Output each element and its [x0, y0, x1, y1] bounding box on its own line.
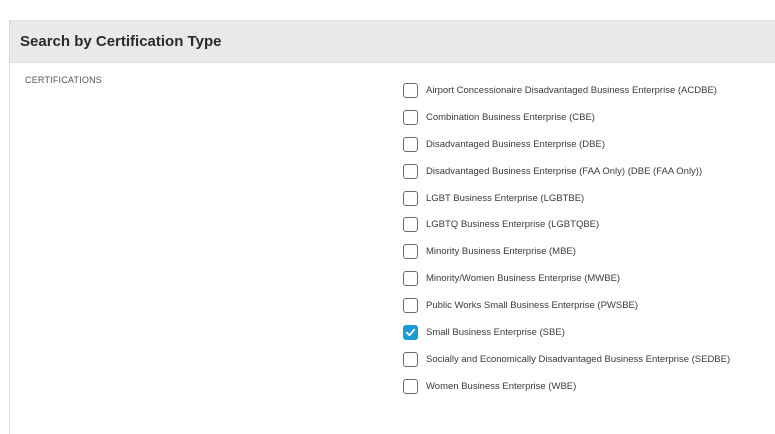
certification-option-acdbe[interactable]: Airport Concessionaire Disadvantaged Bus… — [403, 77, 773, 104]
certification-option-sedbe[interactable]: Socially and Economically Disadvantaged … — [403, 346, 773, 373]
checkbox[interactable] — [403, 324, 418, 340]
page: Search by Certification Type CERTIFICATI… — [0, 0, 775, 434]
checkbox[interactable] — [403, 298, 418, 314]
certification-option-mbe[interactable]: Minority Business Enterprise (MBE) — [403, 238, 773, 265]
top-spacer — [0, 0, 775, 20]
option-label: Socially and Economically Disadvantaged … — [426, 353, 731, 365]
option-label: Disadvantaged Business Enterprise (DBE) — [426, 138, 606, 150]
checkbox[interactable] — [403, 82, 418, 98]
checkbox[interactable] — [403, 190, 418, 206]
option-label: LGBTQ Business Enterprise (LGBTQBE) — [426, 219, 600, 231]
certification-search-panel: Search by Certification Type CERTIFICATI… — [9, 20, 775, 434]
checkbox[interactable] — [403, 109, 418, 125]
checkbox[interactable] — [403, 351, 418, 367]
panel-title: Search by Certification Type — [20, 33, 222, 50]
checkbox[interactable] — [403, 378, 418, 394]
certification-option-dbe-faa[interactable]: Disadvantaged Business Enterprise (FAA O… — [403, 158, 773, 185]
certifications-label: CERTIFICATIONS — [25, 75, 102, 85]
certification-option-pwsbe[interactable]: Public Works Small Business Enterprise (… — [403, 292, 773, 319]
option-label: Women Business Enterprise (WBE) — [426, 380, 577, 392]
option-label: Minority/Women Business Enterprise (MWBE… — [426, 273, 621, 285]
checkbox[interactable] — [403, 244, 418, 260]
certification-option-wbe[interactable]: Women Business Enterprise (WBE) — [403, 373, 773, 400]
certification-option-dbe[interactable]: Disadvantaged Business Enterprise (DBE) — [403, 131, 773, 158]
certification-option-cbe[interactable]: Combination Business Enterprise (CBE) — [403, 104, 773, 131]
checkbox[interactable] — [403, 136, 418, 152]
option-label: Disadvantaged Business Enterprise (FAA O… — [426, 165, 703, 177]
check-icon — [405, 328, 416, 337]
option-label: Small Business Enterprise (SBE) — [426, 326, 565, 338]
certification-option-mwbe[interactable]: Minority/Women Business Enterprise (MWBE… — [403, 265, 773, 292]
checkbox[interactable] — [403, 217, 418, 233]
option-label: Public Works Small Business Enterprise (… — [426, 300, 639, 312]
certification-options: Airport Concessionaire Disadvantaged Bus… — [403, 77, 773, 400]
option-label: Minority Business Enterprise (MBE) — [426, 246, 576, 258]
certification-option-lgbtqbe[interactable]: LGBTQ Business Enterprise (LGBTQBE) — [403, 211, 773, 238]
option-label: Combination Business Enterprise (CBE) — [426, 111, 595, 123]
checkbox[interactable] — [403, 163, 418, 179]
certifications-field: CERTIFICATIONS Airport Concessionaire Di… — [10, 63, 775, 433]
panel-header: Search by Certification Type — [10, 21, 775, 63]
option-label: LGBT Business Enterprise (LGBTBE) — [426, 192, 585, 204]
checkbox[interactable] — [403, 271, 418, 287]
option-label: Airport Concessionaire Disadvantaged Bus… — [426, 84, 717, 96]
certification-option-sbe[interactable]: Small Business Enterprise (SBE) — [403, 319, 773, 346]
certification-option-lgbtbe[interactable]: LGBT Business Enterprise (LGBTBE) — [403, 185, 773, 212]
